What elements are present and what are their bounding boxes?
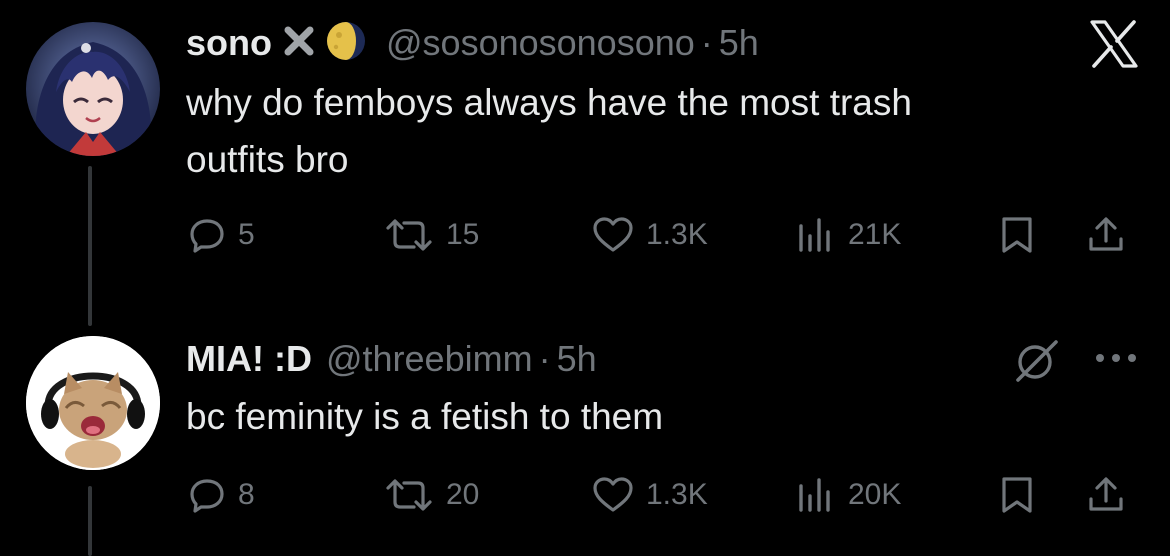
share-button[interactable] [1086,470,1126,520]
views-button[interactable]: 20K [796,470,901,520]
avatar[interactable] [26,22,160,156]
like-button[interactable]: 1.3K [592,210,708,260]
bookmark-icon [998,215,1036,255]
thread-line [88,166,92,326]
views-button[interactable]: 21K [796,210,901,260]
handle[interactable]: @sosonosonosono [386,22,695,64]
display-name[interactable]: MIA! :D [186,338,312,380]
bookmark-icon [998,475,1036,515]
heart-icon [592,216,634,254]
action-bar: 8 20 1.3K 20K [186,470,1146,520]
tweet[interactable]: MIA! :D @threebimm · 5h bc feminity is a… [0,320,1170,556]
share-button[interactable] [1086,210,1126,260]
repost-icon [384,216,434,254]
tweet-text-line: why do femboys always have the most tras… [186,82,912,123]
bookmark-button[interactable] [998,470,1036,520]
more-icon[interactable] [1092,348,1140,373]
repost-button[interactable]: 15 [384,210,479,260]
repost-count: 15 [446,218,480,251]
separator-dot: · [538,338,551,379]
tweet-header: sono @sosonosonosono · 5h [186,18,759,68]
views-count: 20K [848,478,902,511]
tweet-header: MIA! :D @threebimm · 5h [186,334,597,384]
display-name[interactable]: sono [186,22,272,64]
views-icon [796,216,836,254]
x-logo-icon[interactable] [1088,18,1140,75]
reply-count: 8 [238,478,255,511]
moon-phase-icon [326,21,366,66]
reply-button[interactable]: 8 [188,470,255,520]
repost-button[interactable]: 20 [384,470,479,520]
action-bar: 5 15 1.3K 21K [186,210,1146,260]
reply-count: 5 [238,218,255,251]
repost-count: 20 [446,478,480,511]
views-count: 21K [848,218,902,251]
timestamp[interactable]: 5h [719,22,759,64]
tweet-text: bc feminity is a fetish to them [186,396,664,437]
bookmark-button[interactable] [998,210,1036,260]
thread-line [88,486,92,556]
share-icon [1086,475,1126,515]
reply-icon [188,216,226,254]
heart-icon [592,476,634,514]
like-button[interactable]: 1.3K [592,470,708,520]
grok-icon[interactable] [1014,338,1060,389]
avatar[interactable] [26,336,160,470]
views-icon [796,476,836,514]
repost-icon [384,476,434,514]
timestamp[interactable]: 5h [557,338,597,380]
share-icon [1086,215,1126,255]
x-badge-icon [282,24,316,63]
tweet[interactable]: sono @sosonosonosono · 5h why do femboys… [0,0,1170,326]
tweet-text: why do femboys always have the most tras… [186,74,1106,188]
like-count: 1.3K [646,218,708,251]
reply-icon [188,476,226,514]
tweet-text-line: outfits bro [186,139,349,180]
reply-button[interactable]: 5 [188,210,255,260]
like-count: 1.3K [646,478,708,511]
handle[interactable]: @threebimm [326,338,533,380]
separator-dot: · [700,22,713,63]
